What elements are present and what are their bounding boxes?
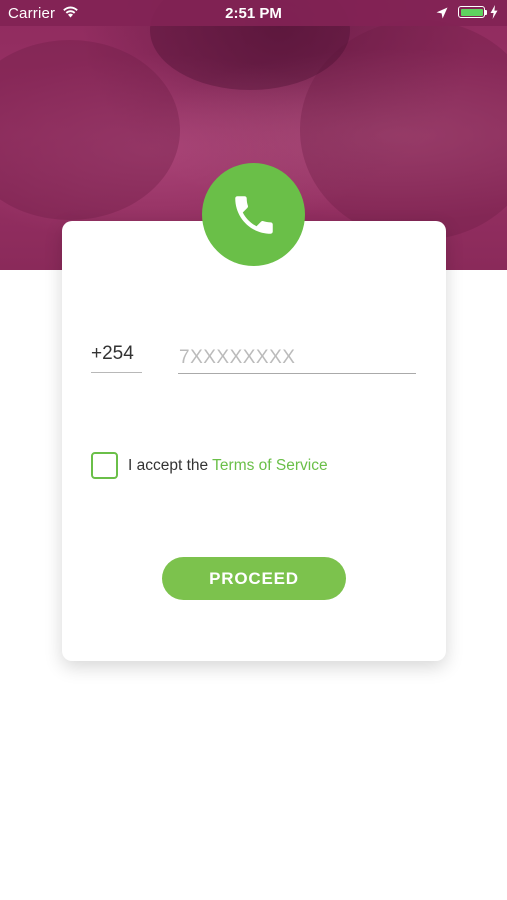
phone-handset-icon — [234, 195, 273, 234]
status-time: 2:51 PM — [225, 5, 282, 22]
phone-number-input[interactable] — [178, 343, 416, 374]
terms-checkbox[interactable] — [91, 452, 118, 479]
status-bar: Carrier 2:51 PM — [0, 0, 507, 26]
proceed-button[interactable]: PROCEED — [162, 557, 346, 600]
battery-cap — [485, 10, 487, 15]
country-code[interactable]: +254 — [91, 343, 142, 373]
terms-prefix: I accept the — [128, 457, 209, 474]
battery-full-icon — [458, 6, 485, 18]
terms-label: I accept the Terms of Service — [128, 457, 328, 475]
phone-badge — [202, 163, 305, 266]
location-arrow-icon — [436, 6, 448, 23]
charging-bolt-icon — [490, 5, 498, 23]
terms-of-service-link[interactable]: Terms of Service — [212, 457, 327, 474]
